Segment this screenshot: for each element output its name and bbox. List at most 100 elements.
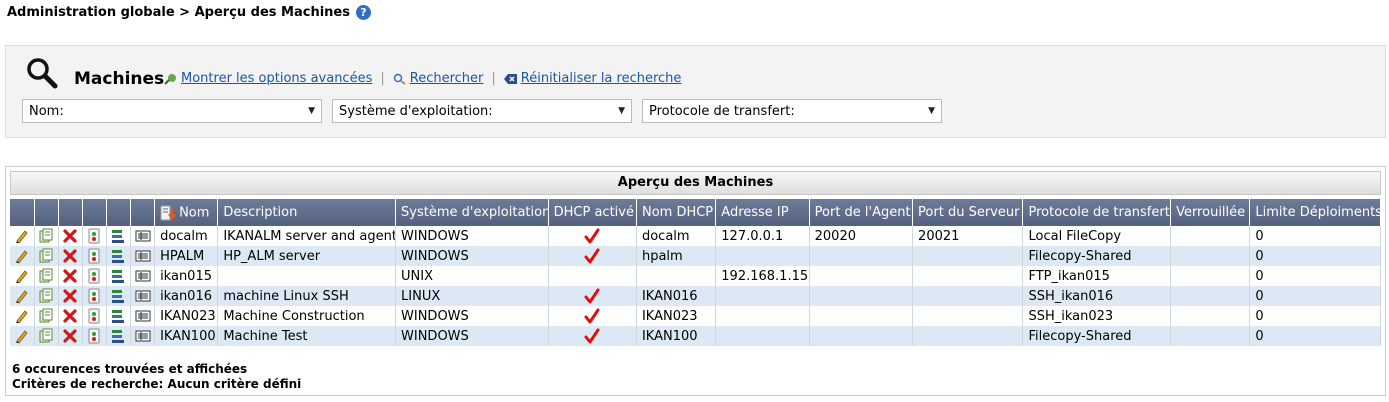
edit-cell xyxy=(10,326,35,346)
table-row: ikan015 UNIX 192.168.1.15 FTP_ikan015 0 xyxy=(10,266,1381,286)
parameters-icon[interactable] xyxy=(110,268,126,284)
copy-icon[interactable] xyxy=(38,268,54,284)
list-cell xyxy=(130,246,156,266)
reset-search-link[interactable]: Réinitialiser la recherche xyxy=(521,71,682,86)
list-icon[interactable] xyxy=(135,248,151,264)
agent-status-icon[interactable] xyxy=(86,308,102,324)
parameters-cell xyxy=(106,326,131,346)
parameters-icon[interactable] xyxy=(110,308,126,324)
edit-cell xyxy=(10,306,35,326)
dhcp-check-icon xyxy=(584,288,600,304)
agent-status-icon[interactable] xyxy=(86,328,102,344)
header-name[interactable]: Nom xyxy=(154,199,219,226)
cell-locked xyxy=(1170,266,1251,286)
delete-icon[interactable] xyxy=(62,308,78,324)
table-header-row: Nom Description Système d'exploitation D… xyxy=(10,199,1381,226)
search-links: Montrer les options avancées | Recherche… xyxy=(164,71,681,86)
cell-dhcp xyxy=(548,326,637,346)
parameters-icon[interactable] xyxy=(110,248,126,264)
name-filter-select[interactable]: Nom: ▼ xyxy=(22,99,322,123)
protocol-filter-select[interactable]: Protocole de transfert: ▼ xyxy=(642,99,942,123)
copy-icon[interactable] xyxy=(38,248,54,264)
cell-protocol: SSH_ikan016 xyxy=(1022,286,1172,306)
cell-agent-port xyxy=(809,266,914,286)
copy-icon[interactable] xyxy=(38,228,54,244)
delete-icon[interactable] xyxy=(62,268,78,284)
list-icon[interactable] xyxy=(135,228,151,244)
parameters-icon[interactable] xyxy=(110,288,126,304)
dhcp-check-icon xyxy=(584,228,600,244)
cell-ip xyxy=(715,286,810,306)
chevron-down-icon: ▼ xyxy=(308,106,315,116)
cell-os: WINDOWS xyxy=(395,226,549,246)
edit-icon[interactable] xyxy=(14,228,30,244)
cell-name: ikan016 xyxy=(154,286,219,306)
cell-description: HP_ALM server xyxy=(217,246,397,266)
table-row: IKAN023 Machine Construction WINDOWS IKAN02… xyxy=(10,306,1381,326)
chevron-down-icon: ▼ xyxy=(618,106,625,116)
header-delete xyxy=(58,199,83,226)
agent-status-icon[interactable] xyxy=(86,288,102,304)
copy-icon[interactable] xyxy=(38,328,54,344)
edit-icon[interactable] xyxy=(14,268,30,284)
cell-description: IKANALM server and agent xyxy=(217,226,397,246)
delete-cell xyxy=(58,286,83,306)
search-title: Machines xyxy=(74,69,165,89)
magnifier-icon xyxy=(27,58,58,89)
cell-dhcp xyxy=(548,246,637,266)
copy-icon[interactable] xyxy=(38,288,54,304)
cell-description: Machine Construction xyxy=(217,306,397,326)
header-copy xyxy=(34,199,59,226)
parameters-icon[interactable] xyxy=(110,228,126,244)
cell-os: WINDOWS xyxy=(395,306,549,326)
cell-os: LINUX xyxy=(395,286,549,306)
agent-status-icon[interactable] xyxy=(86,228,102,244)
help-icon[interactable]: ? xyxy=(356,5,371,20)
copy-cell xyxy=(34,266,59,286)
cell-name: docalm xyxy=(154,226,219,246)
cell-protocol: SSH_ikan023 xyxy=(1022,306,1172,326)
agent-status-cell xyxy=(82,226,107,246)
edit-icon[interactable] xyxy=(14,248,30,264)
header-deploy-limit: Limite Déploiments xyxy=(1249,199,1381,226)
advanced-options-icon xyxy=(164,73,176,85)
cell-dhcp xyxy=(548,266,637,286)
edit-icon[interactable] xyxy=(14,308,30,324)
edit-icon[interactable] xyxy=(14,288,30,304)
cell-os: WINDOWS xyxy=(395,326,549,346)
list-icon[interactable] xyxy=(135,288,151,304)
cell-dhcp-name: IKAN016 xyxy=(636,286,717,306)
delete-cell xyxy=(58,306,83,326)
delete-icon[interactable] xyxy=(62,228,78,244)
search-link[interactable]: Rechercher xyxy=(410,71,484,86)
machines-table: Nom Description Système d'exploitation D… xyxy=(10,199,1381,346)
cell-agent-port xyxy=(809,306,914,326)
cell-dhcp-name: docalm xyxy=(636,226,717,246)
cell-protocol: Filecopy-Shared xyxy=(1022,326,1172,346)
delete-icon[interactable] xyxy=(62,248,78,264)
agent-status-cell xyxy=(82,266,107,286)
sort-icon[interactable] xyxy=(160,205,176,221)
cell-description: machine Linux SSH xyxy=(217,286,397,306)
agent-status-icon[interactable] xyxy=(86,248,102,264)
os-filter-select[interactable]: Système d'exploitation: ▼ xyxy=(332,99,632,123)
header-ip: Adresse IP xyxy=(715,199,810,226)
agent-status-icon[interactable] xyxy=(86,268,102,284)
list-icon[interactable] xyxy=(135,308,151,324)
show-advanced-options-link[interactable]: Montrer les options avancées xyxy=(181,71,372,86)
list-cell xyxy=(130,266,156,286)
cell-protocol: Filecopy-Shared xyxy=(1022,246,1172,266)
copy-icon[interactable] xyxy=(38,308,54,324)
reset-icon xyxy=(503,73,517,84)
header-edit xyxy=(10,199,35,226)
delete-icon[interactable] xyxy=(62,288,78,304)
list-cell xyxy=(130,326,156,346)
cell-dhcp-name: IKAN100 xyxy=(636,326,717,346)
list-icon[interactable] xyxy=(135,328,151,344)
list-icon[interactable] xyxy=(135,268,151,284)
parameters-icon[interactable] xyxy=(110,328,126,344)
edit-icon[interactable] xyxy=(14,328,30,344)
header-protocol: Protocole de transfert xyxy=(1022,199,1172,226)
cell-server-port xyxy=(912,246,1024,266)
delete-icon[interactable] xyxy=(62,328,78,344)
